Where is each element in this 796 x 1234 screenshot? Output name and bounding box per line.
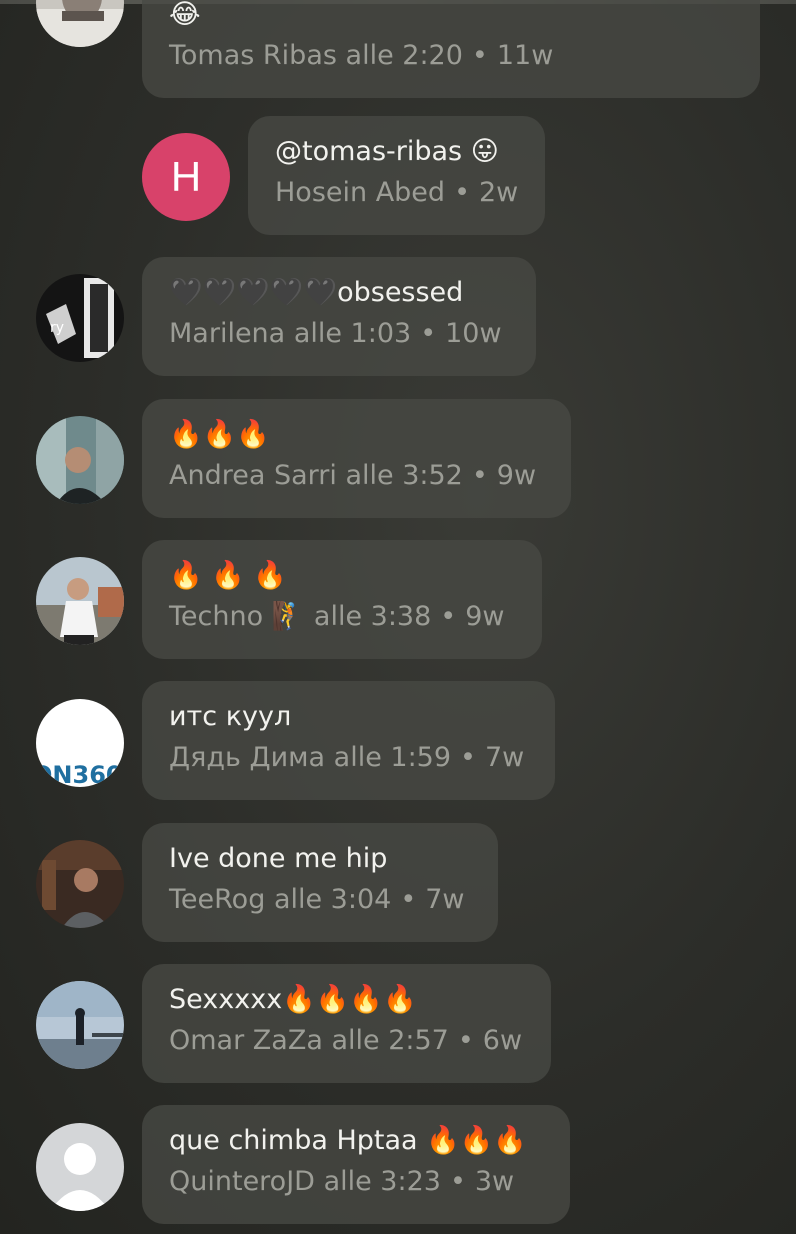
avatar-logo-text: ON360 <box>36 761 123 787</box>
comment-author[interactable]: Дядь Дима <box>169 742 325 773</box>
comment-thread[interactable]: 😂 Tomas Ribas alle 2:20 • 11w H @tomas-rib… <box>0 0 796 1234</box>
comment-meta: TeeRog alle 3:04 • 7w <box>169 880 472 920</box>
avatar[interactable] <box>36 557 124 645</box>
comment-age: 7w <box>425 884 465 915</box>
comment-author[interactable]: Tomas Ribas <box>169 40 337 71</box>
comment-time: alle 3:04 <box>273 884 392 915</box>
comment-age: 2w <box>479 177 519 208</box>
comment-meta: Andrea Sarri alle 3:52 • 9w <box>169 456 545 496</box>
comment-bubble[interactable]: 🖤🖤🖤🖤🖤obsessed Marilena alle 1:03 • 10w <box>142 257 536 376</box>
comment-age: 3w <box>474 1166 515 1197</box>
avatar[interactable] <box>36 1123 124 1211</box>
comment-author[interactable]: Marilena <box>169 318 285 349</box>
comment-text: que chimba Hptaa 🔥🔥🔥 <box>169 1125 528 1156</box>
comment-time: alle 1:03 <box>293 318 412 349</box>
comment-meta: QuinteroJD alle 3:23 • 3w <box>169 1162 544 1202</box>
comment-author[interactable]: Omar ZaZa <box>169 1025 323 1056</box>
comment-text: итс куул <box>169 701 292 732</box>
comment-bubble[interactable]: итс куул Дядь Дима alle 1:59 • 7w <box>142 681 555 800</box>
comment-meta: Hosein Abed • 2w <box>275 173 519 213</box>
meta-separator: • <box>457 1025 474 1056</box>
meta-separator: • <box>460 742 476 773</box>
comment-bubble[interactable]: que chimba Hptaa 🔥🔥🔥 QuinteroJD alle 3:2… <box>142 1105 570 1224</box>
meta-separator: • <box>449 1166 466 1197</box>
comment-bubble[interactable]: @tomas-ribas 😛 Hosein Abed • 2w <box>248 116 545 235</box>
meta-separator: • <box>440 601 457 632</box>
comment-text: 🖤🖤🖤🖤🖤obsessed <box>169 277 464 308</box>
comment-text: 😂 <box>169 0 201 30</box>
comment-bubble[interactable]: 🔥 🔥 🔥 Techno 🧗 alle 3:38 • 9w <box>142 540 542 659</box>
meta-separator: • <box>400 884 417 915</box>
comment-age: 9w <box>496 460 537 491</box>
meta-separator: • <box>471 460 488 491</box>
comment-age: 9w <box>465 601 505 632</box>
comment-time: alle 2:57 <box>331 1025 449 1056</box>
avatar[interactable]: ON360 <box>36 699 124 787</box>
avatar[interactable]: ry <box>36 274 124 362</box>
comment-text: 🔥🔥🔥 <box>169 419 270 450</box>
meta-separator: • <box>454 177 470 208</box>
comment-text: Ive done me hip <box>169 843 388 874</box>
avatar[interactable] <box>36 416 124 504</box>
comment-time: alle 3:23 <box>323 1166 441 1197</box>
comment-time: alle 3:38 <box>313 601 432 632</box>
avatar[interactable] <box>36 981 124 1069</box>
comment-bubble[interactable]: Ive done me hip TeeRog alle 3:04 • 7w <box>142 823 498 942</box>
comment-time: alle 3:52 <box>345 460 463 491</box>
comment-author[interactable]: Hosein Abed <box>275 177 445 208</box>
comment-bubble[interactable]: Sexxxxx🔥🔥🔥🔥 Omar ZaZa alle 2:57 • 6w <box>142 964 551 1083</box>
comment-author[interactable]: QuinteroJD <box>169 1166 315 1197</box>
comment-age: 7w <box>484 742 525 773</box>
meta-separator: • <box>471 40 488 71</box>
avatar-initial: H <box>142 133 230 221</box>
comment-meta: Дядь Дима alle 1:59 • 7w <box>169 738 529 778</box>
comment-meta: Omar ZaZa alle 2:57 • 6w <box>169 1021 525 1061</box>
comment-text: 🔥 🔥 🔥 <box>169 560 288 591</box>
comment-text: @tomas-ribas 😛 <box>275 136 499 167</box>
comment-age: 11w <box>496 40 554 71</box>
comment-meta: Marilena alle 1:03 • 10w <box>169 314 510 354</box>
avatar[interactable]: H <box>142 133 230 221</box>
comment-meta: Techno 🧗 alle 3:38 • 9w <box>169 597 516 637</box>
avatar[interactable] <box>36 0 124 47</box>
comment-bubble[interactable]: 😂 Tomas Ribas alle 2:20 • 11w <box>142 0 760 98</box>
comment-author[interactable]: Techno 🧗 <box>169 601 305 632</box>
meta-separator: • <box>420 318 437 349</box>
comment-age: 10w <box>445 318 502 349</box>
svg-text:ry: ry <box>50 320 64 336</box>
comment-time: alle 1:59 <box>333 742 452 773</box>
comment-text: Sexxxxx🔥🔥🔥🔥 <box>169 984 417 1015</box>
comment-author[interactable]: TeeRog <box>169 884 265 915</box>
comment-author[interactable]: Andrea Sarri <box>169 460 337 491</box>
comment-age: 6w <box>482 1025 523 1056</box>
comment-time: alle 2:20 <box>345 40 463 71</box>
comment-bubble[interactable]: 🔥🔥🔥 Andrea Sarri alle 3:52 • 9w <box>142 399 571 518</box>
avatar[interactable] <box>36 840 124 928</box>
comment-meta: Tomas Ribas alle 2:20 • 11w <box>169 36 734 76</box>
